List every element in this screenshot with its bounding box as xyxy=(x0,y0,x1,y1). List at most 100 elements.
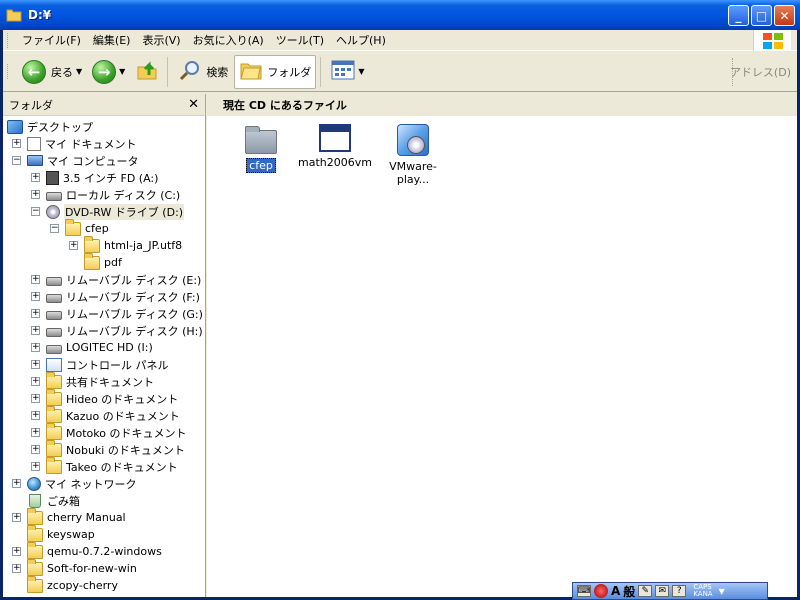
tree-item[interactable]: +3.5 インチ FD (A:) xyxy=(31,169,158,186)
chevron-down-icon[interactable]: ▼ xyxy=(358,67,364,76)
title-bar[interactable]: D:¥ _ □ ✕ xyxy=(0,0,800,30)
caps-kana-indicator: CAPS KANA xyxy=(693,584,712,598)
tree-item[interactable]: zcopy-cherry xyxy=(12,575,118,594)
views-button[interactable]: ▼ xyxy=(327,55,368,89)
expand-toggle[interactable]: + xyxy=(12,139,21,148)
tree-item[interactable]: + Soft-for-new-win xyxy=(12,558,137,577)
tree-item[interactable]: − DVD-RW ドライブ (D:) xyxy=(31,203,185,220)
tree-item[interactable]: + cherry Manual xyxy=(12,507,126,526)
tree-item[interactable]: + Motoko のドキュメント xyxy=(31,422,186,441)
tree-item[interactable]: + リムーバブル ディスク (F:) xyxy=(31,288,200,305)
menu-file[interactable]: ファイル(F) xyxy=(16,32,87,48)
standard-toolbar: ← 戻る ▼ → ▼ 検索 フォルダ ▼ アドレス(D) xyxy=(3,52,797,92)
toolbar-separator xyxy=(320,56,322,87)
tree-item[interactable]: + Takeo のドキュメント xyxy=(31,456,178,475)
maximize-button[interactable]: □ xyxy=(751,5,772,26)
folders-button[interactable]: フォルダ xyxy=(234,54,317,89)
expand-toggle[interactable]: + xyxy=(31,190,40,199)
tree-item[interactable]: + マイ ドキュメント xyxy=(12,135,137,152)
chevron-down-icon[interactable]: ▼ xyxy=(719,587,725,596)
expand-toggle[interactable]: + xyxy=(31,173,40,182)
tree-item-label: マイ コンピュータ xyxy=(47,154,139,168)
expand-toggle[interactable]: + xyxy=(31,360,40,369)
tree-item[interactable]: デスクトップ xyxy=(7,118,93,135)
kana-mode-indicator[interactable]: 般 xyxy=(623,583,635,600)
tree-item[interactable]: − マイ コンピュータ xyxy=(12,152,139,169)
tree-item[interactable]: + Kazuo のドキュメント xyxy=(31,405,180,424)
tree-item[interactable]: − cfep xyxy=(50,218,109,237)
close-icon[interactable]: ✕ xyxy=(188,97,199,112)
tree-item-label: リムーバブル ディスク (F:) xyxy=(66,290,200,304)
menu-grip[interactable] xyxy=(7,32,10,48)
tree-item-label: Hideo のドキュメント xyxy=(66,392,179,406)
ime-mode-indicator[interactable]: A xyxy=(611,584,620,598)
tree-item[interactable]: + コントロール パネル xyxy=(31,356,169,373)
menu-help[interactable]: ヘルプ(H) xyxy=(330,32,392,48)
tree-item[interactable]: + qemu-0.7.2-windows xyxy=(12,541,162,560)
file-item[interactable]: VMware-play... xyxy=(375,124,451,186)
tree-item[interactable]: + html-ja_JP.utf8 xyxy=(69,235,182,254)
collapse-toggle[interactable]: − xyxy=(31,207,40,216)
expand-toggle[interactable]: + xyxy=(31,326,40,335)
help-icon[interactable]: ? xyxy=(672,585,687,597)
minimize-button[interactable]: _ xyxy=(728,5,749,26)
file-item[interactable]: cfep xyxy=(223,124,299,173)
tree-item[interactable]: + LOGITEC HD (I:) xyxy=(31,339,153,356)
tree-item[interactable]: pdf xyxy=(69,252,122,271)
expand-toggle[interactable]: + xyxy=(12,479,21,488)
expand-toggle[interactable]: + xyxy=(12,564,21,573)
ime-icon[interactable] xyxy=(594,584,608,598)
tree-item[interactable]: + リムーバブル ディスク (G:) xyxy=(31,305,203,322)
tree-item[interactable]: + マイ ネットワーク xyxy=(12,475,137,492)
expand-toggle[interactable]: + xyxy=(12,513,21,522)
chevron-down-icon[interactable]: ▼ xyxy=(119,67,125,76)
tree-item[interactable]: keyswap xyxy=(12,524,95,543)
tree-item[interactable]: + ローカル ディスク (C:) xyxy=(31,186,180,203)
collapse-toggle[interactable]: − xyxy=(12,156,21,165)
chevron-down-icon[interactable]: ▼ xyxy=(76,67,82,76)
back-button[interactable]: ← 戻る ▼ xyxy=(18,55,86,89)
ime-tools-icon[interactable]: ✉ xyxy=(655,585,670,597)
tree-item[interactable]: + 共有ドキュメント xyxy=(31,371,154,390)
menu-tools[interactable]: ツール(T) xyxy=(270,32,330,48)
expand-toggle[interactable]: + xyxy=(31,292,40,301)
menu-edit[interactable]: 編集(E) xyxy=(87,32,137,48)
tree-item[interactable]: + Nobuki のドキュメント xyxy=(31,439,185,458)
tree-item[interactable]: + リムーバブル ディスク (H:) xyxy=(31,322,203,339)
menu-favorites[interactable]: お気に入り(A) xyxy=(187,32,270,48)
expand-toggle[interactable]: + xyxy=(31,377,40,386)
collapse-toggle[interactable]: − xyxy=(50,224,59,233)
expand-toggle[interactable]: + xyxy=(31,445,40,454)
forward-button[interactable]: → ▼ xyxy=(88,55,129,89)
expand-toggle[interactable]: + xyxy=(12,547,21,556)
hard-disk-icon xyxy=(46,345,62,354)
expand-toggle[interactable]: + xyxy=(31,428,40,437)
close-button[interactable]: ✕ xyxy=(774,5,795,26)
expand-toggle[interactable]: + xyxy=(31,411,40,420)
language-bar[interactable]: ⌨ A 般 ✎ ✉ ? CAPS KANA ▼ xyxy=(572,582,768,600)
menu-bar: ファイル(F) 編集(E) 表示(V) お気に入り(A) ツール(T) ヘルプ(… xyxy=(3,30,797,51)
folder-pane: フォルダ ✕ デスクトップ + マイ ドキュメント − マイ コンピュータ +3.5 イン… xyxy=(3,94,206,597)
tree-item[interactable]: + リムーバブル ディスク (E:) xyxy=(31,271,201,288)
toolbar-grip[interactable] xyxy=(7,64,10,79)
folder-icon xyxy=(27,524,43,542)
tree-item[interactable]: + Hideo のドキュメント xyxy=(31,388,179,407)
menu-view[interactable]: 表示(V) xyxy=(136,32,186,48)
expand-toggle[interactable]: + xyxy=(31,462,40,471)
tree-item-label: zcopy-cherry xyxy=(47,579,118,592)
keyboard-icon[interactable]: ⌨ xyxy=(577,585,591,597)
tree-item[interactable]: ごみ箱 xyxy=(12,492,80,509)
expand-toggle[interactable]: + xyxy=(31,309,40,318)
expand-toggle[interactable]: + xyxy=(31,394,40,403)
expand-toggle[interactable]: + xyxy=(69,241,78,250)
file-item[interactable]: math2006vm xyxy=(297,124,373,169)
up-folder-button[interactable] xyxy=(131,55,163,89)
ime-pad-icon[interactable]: ✎ xyxy=(638,585,653,597)
expand-toggle[interactable]: + xyxy=(31,275,40,284)
expand-toggle[interactable]: + xyxy=(31,343,40,352)
folder-icon xyxy=(245,126,277,154)
address-label[interactable]: アドレス(D) xyxy=(730,64,791,80)
search-button[interactable]: 検索 xyxy=(174,55,232,89)
